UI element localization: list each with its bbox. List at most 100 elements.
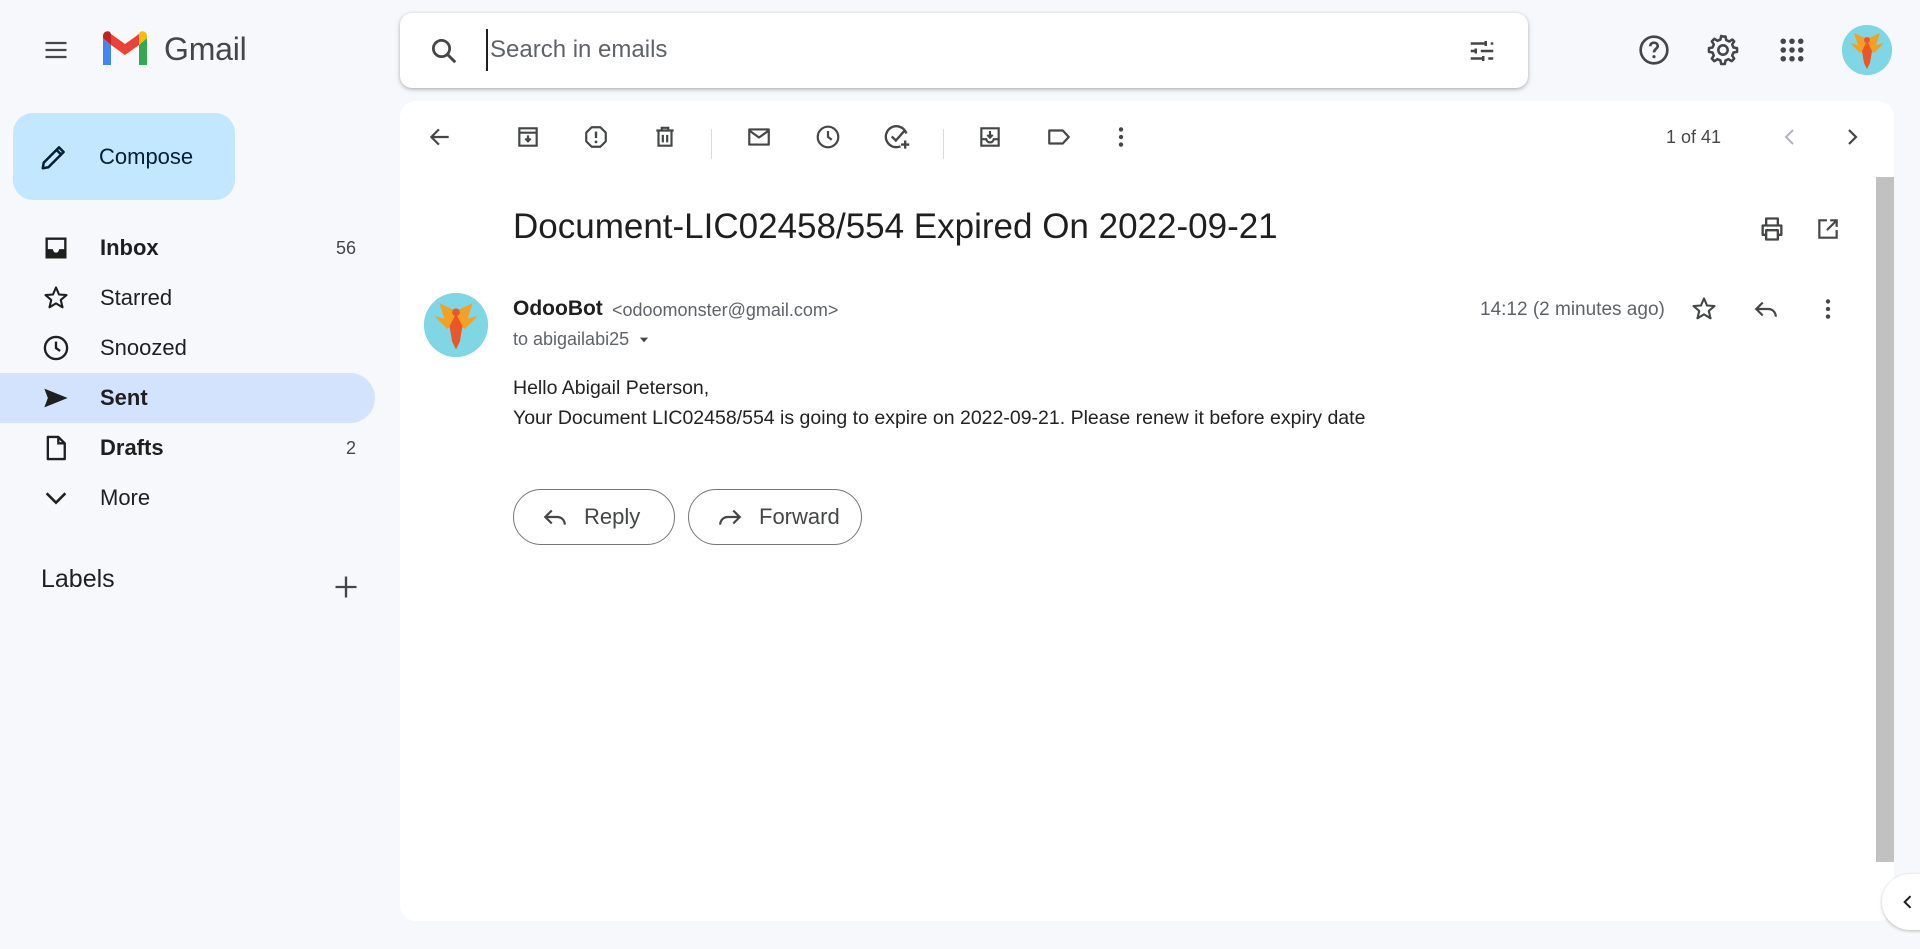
sidebar-item-sent[interactable]: Sent <box>0 373 375 423</box>
sidebar-item-drafts[interactable]: Drafts 2 <box>0 423 375 473</box>
arrow-back-icon <box>429 128 449 146</box>
labels-button[interactable] <box>1035 113 1083 161</box>
search-options-button[interactable] <box>1458 27 1506 75</box>
delete-button[interactable] <box>641 113 689 161</box>
sidebar-item-label: Starred <box>100 285 173 310</box>
more-vertical-icon <box>1118 127 1124 147</box>
main-menu-button[interactable] <box>32 26 80 74</box>
sidebar-item-more[interactable]: More <box>0 473 375 523</box>
chevron-down-icon <box>42 484 70 512</box>
reply-icon <box>1754 301 1777 317</box>
move-to-button[interactable] <box>966 113 1014 161</box>
trash-icon <box>656 126 674 147</box>
apps-grid-icon <box>1780 38 1804 62</box>
plus-icon <box>335 576 357 598</box>
phoenix-avatar-icon <box>1842 25 1892 75</box>
sidebar-item-starred[interactable]: Starred <box>0 273 375 323</box>
search-icon <box>432 39 457 64</box>
sender-name[interactable]: OdooBot <box>513 297 603 321</box>
archive-button[interactable] <box>504 113 552 161</box>
chevron-left-icon <box>1903 895 1912 909</box>
back-button[interactable] <box>416 113 464 161</box>
email-timestamp: 14:12 (2 minutes ago) <box>1480 299 1665 320</box>
search-bar[interactable] <box>400 13 1528 88</box>
forward-label: Forward <box>759 504 840 529</box>
hamburger-menu-icon <box>45 41 67 59</box>
sidebar-item-label: Inbox <box>100 235 159 260</box>
inbox-icon <box>42 234 70 262</box>
gmail-logo[interactable]: Gmail <box>100 30 247 68</box>
toolbar-divider <box>943 129 944 159</box>
sender-avatar[interactable] <box>424 293 488 357</box>
phoenix-avatar-icon <box>424 293 488 357</box>
pencil-icon <box>41 145 65 169</box>
scrollbar[interactable] <box>1876 177 1894 862</box>
message-more-button[interactable] <box>1804 285 1852 333</box>
mail-icon <box>748 128 770 146</box>
add-task-icon <box>884 125 910 149</box>
labels-heading: Labels <box>41 565 115 593</box>
sidebar-item-label: Drafts <box>100 435 164 460</box>
report-spam-button[interactable] <box>572 113 620 161</box>
more-options-button[interactable] <box>1097 113 1145 161</box>
clock-icon <box>816 125 840 149</box>
print-icon <box>1761 217 1783 241</box>
message-view: 1 of 41 Document-LIC02458/554 Expired On… <box>400 101 1894 921</box>
star-icon <box>42 284 70 312</box>
clock-icon <box>42 334 70 362</box>
caret-down-icon <box>640 337 649 342</box>
star-icon <box>1692 297 1716 320</box>
compose-button[interactable]: Compose <box>13 113 235 200</box>
reply-label: Reply <box>584 504 641 529</box>
add-to-tasks-button[interactable] <box>873 113 921 161</box>
more-vertical-icon <box>1825 299 1831 319</box>
sidebar-item-snoozed[interactable]: Snoozed <box>0 323 375 373</box>
help-button[interactable] <box>1630 26 1678 74</box>
message-toolbar: 1 of 41 <box>400 101 1894 173</box>
open-new-window-button[interactable] <box>1804 205 1852 253</box>
apps-button[interactable] <box>1768 26 1816 74</box>
chevron-left-icon <box>1784 129 1794 145</box>
chevron-right-icon <box>1848 129 1858 145</box>
draft-count: 2 <box>345 437 356 458</box>
print-button[interactable] <box>1748 205 1796 253</box>
open-in-new-icon <box>1818 219 1838 239</box>
account-avatar[interactable] <box>1842 25 1892 75</box>
sidebar-item-label: More <box>100 485 151 510</box>
report-spam-icon <box>585 126 607 148</box>
mark-unread-button[interactable] <box>735 113 783 161</box>
label-icon <box>1048 129 1070 145</box>
move-to-inbox-icon <box>980 127 1000 147</box>
sidebar-nav: Inbox 56 Starred Snoozed Sent Drafts 2 M… <box>0 223 375 523</box>
reply-icon-button[interactable] <box>1742 285 1790 333</box>
newer-button[interactable] <box>1766 113 1814 161</box>
toolbar-divider <box>711 129 712 159</box>
recipient-line: to abigailabi25 <box>513 329 651 350</box>
forward-icon <box>719 509 742 525</box>
help-icon <box>1639 35 1669 65</box>
send-icon <box>42 384 70 412</box>
star-button[interactable] <box>1680 285 1728 333</box>
draft-file-icon <box>42 434 70 462</box>
reply-button[interactable]: Reply <box>513 489 675 545</box>
gear-icon <box>1707 34 1739 66</box>
body-text: Your Document LIC02458/554 is going to e… <box>513 407 1366 429</box>
snooze-button[interactable] <box>804 113 852 161</box>
show-details-button[interactable] <box>637 333 651 347</box>
gmail-m-icon <box>103 31 147 65</box>
add-label-button[interactable] <box>322 563 370 611</box>
forward-button[interactable]: Forward <box>688 489 862 545</box>
older-button[interactable] <box>1828 113 1876 161</box>
sidebar-item-label: Sent <box>100 385 148 410</box>
search-button[interactable] <box>420 27 468 75</box>
email-body: Hello Abigail Peterson, Your Document LI… <box>513 373 1365 433</box>
archive-icon <box>518 127 538 147</box>
sidebar-item-label: Snoozed <box>100 335 187 360</box>
pagination-count: 1 of 41 <box>1666 127 1722 147</box>
email-subject: Document-LIC02458/554 Expired On 2022-09… <box>513 207 1278 246</box>
settings-button[interactable] <box>1699 26 1747 74</box>
unread-count: 56 <box>335 237 356 258</box>
sidebar-item-inbox[interactable]: Inbox 56 <box>0 223 375 273</box>
search-input[interactable] <box>486 29 1386 71</box>
recipient-text: to abigailabi25 <box>513 329 630 349</box>
